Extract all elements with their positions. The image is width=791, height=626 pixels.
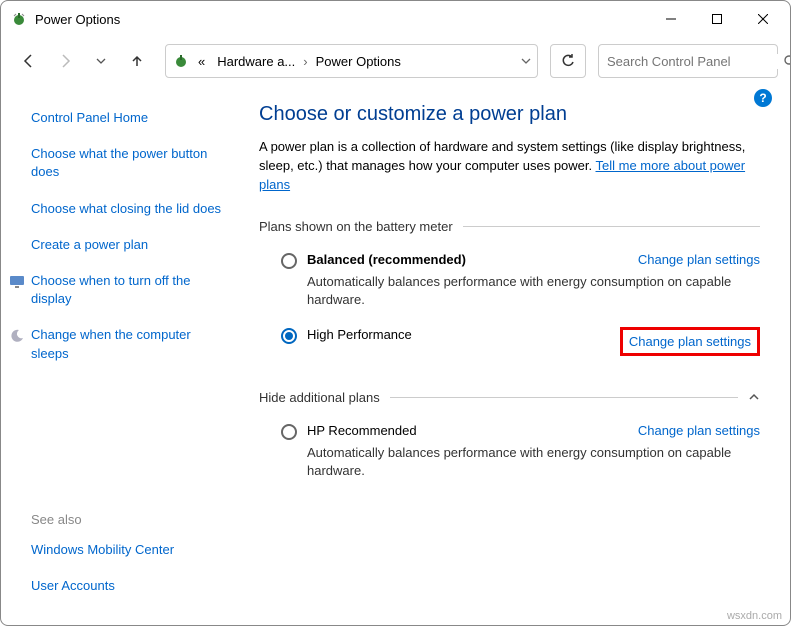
plan-high-perf-name[interactable]: High Performance xyxy=(307,327,412,342)
close-button[interactable] xyxy=(740,3,786,35)
help-icon[interactable]: ? xyxy=(754,89,772,107)
plan-hp-rec-name[interactable]: HP Recommended xyxy=(307,423,417,438)
search-input[interactable] xyxy=(607,54,783,69)
app-icon xyxy=(11,11,27,27)
plan-balanced-desc: Automatically balances performance with … xyxy=(307,273,760,309)
breadcrumb[interactable]: « Hardware a... › Power Options xyxy=(165,44,538,78)
see-also-label: See also xyxy=(31,512,231,527)
radio-balanced[interactable] xyxy=(281,253,297,269)
chevron-right-icon: › xyxy=(303,54,307,69)
change-settings-high-perf[interactable]: Change plan settings xyxy=(629,334,751,349)
plan-high-performance: High Performance Change plan settings xyxy=(259,323,760,370)
window-title: Power Options xyxy=(35,12,648,27)
plan-hp-rec-desc: Automatically balances performance with … xyxy=(307,444,760,480)
sidebar: Control Panel Home Choose what the power… xyxy=(1,85,249,625)
forward-button[interactable] xyxy=(49,45,81,77)
page-description: A power plan is a collection of hardware… xyxy=(259,138,760,195)
sidebar-home[interactable]: Control Panel Home xyxy=(31,109,231,127)
breadcrumb-dropdown[interactable] xyxy=(521,56,531,66)
page-heading: Choose or customize a power plan xyxy=(259,103,760,126)
display-icon xyxy=(9,274,25,290)
recent-dropdown[interactable] xyxy=(85,45,117,77)
change-settings-hp-rec[interactable]: Change plan settings xyxy=(638,423,760,438)
plan-balanced: Balanced (recommended) Change plan setti… xyxy=(259,248,760,323)
section-shown-plans: Plans shown on the battery meter xyxy=(259,219,760,234)
sidebar-create-plan[interactable]: Create a power plan xyxy=(31,236,231,254)
sidebar-turn-off-display[interactable]: Choose when to turn off the display xyxy=(31,272,231,308)
sidebar-power-button[interactable]: Choose what the power button does xyxy=(31,145,231,181)
breadcrumb-prefix: « xyxy=(194,52,209,71)
footer-credit: wsxdn.com xyxy=(727,610,782,622)
sidebar-computer-sleeps[interactable]: Change when the computer sleeps xyxy=(31,326,231,362)
back-button[interactable] xyxy=(13,45,45,77)
breadcrumb-part1[interactable]: Hardware a... xyxy=(213,52,299,71)
sidebar-close-lid[interactable]: Choose what closing the lid does xyxy=(31,200,231,218)
main-panel: ? Choose or customize a power plan A pow… xyxy=(249,85,790,625)
breadcrumb-icon xyxy=(172,52,190,70)
search-icon xyxy=(783,54,791,68)
minimize-button[interactable] xyxy=(648,3,694,35)
nav-toolbar: « Hardware a... › Power Options xyxy=(1,37,790,85)
change-settings-balanced[interactable]: Change plan settings xyxy=(638,252,760,267)
radio-hp-recommended[interactable] xyxy=(281,424,297,440)
chevron-up-icon xyxy=(748,391,760,403)
titlebar: Power Options xyxy=(1,1,790,37)
divider xyxy=(390,397,738,398)
plan-hp-recommended: HP Recommended Change plan settings Auto… xyxy=(259,419,760,494)
section-hide-plans[interactable]: Hide additional plans xyxy=(259,390,760,405)
content-area: Control Panel Home Choose what the power… xyxy=(1,85,790,625)
maximize-button[interactable] xyxy=(694,3,740,35)
refresh-button[interactable] xyxy=(550,44,586,78)
divider xyxy=(463,226,760,227)
up-button[interactable] xyxy=(121,45,153,77)
search-box[interactable] xyxy=(598,44,778,78)
highlight-box: Change plan settings xyxy=(620,327,760,356)
plan-balanced-name[interactable]: Balanced (recommended) xyxy=(307,252,466,267)
sidebar-user-accounts[interactable]: User Accounts xyxy=(31,577,231,595)
radio-high-performance[interactable] xyxy=(281,328,297,344)
breadcrumb-part2[interactable]: Power Options xyxy=(312,52,405,71)
window: Power Options « Hardware a... › Power Op… xyxy=(0,0,791,626)
moon-icon xyxy=(9,328,25,344)
sidebar-mobility-center[interactable]: Windows Mobility Center xyxy=(31,541,231,559)
